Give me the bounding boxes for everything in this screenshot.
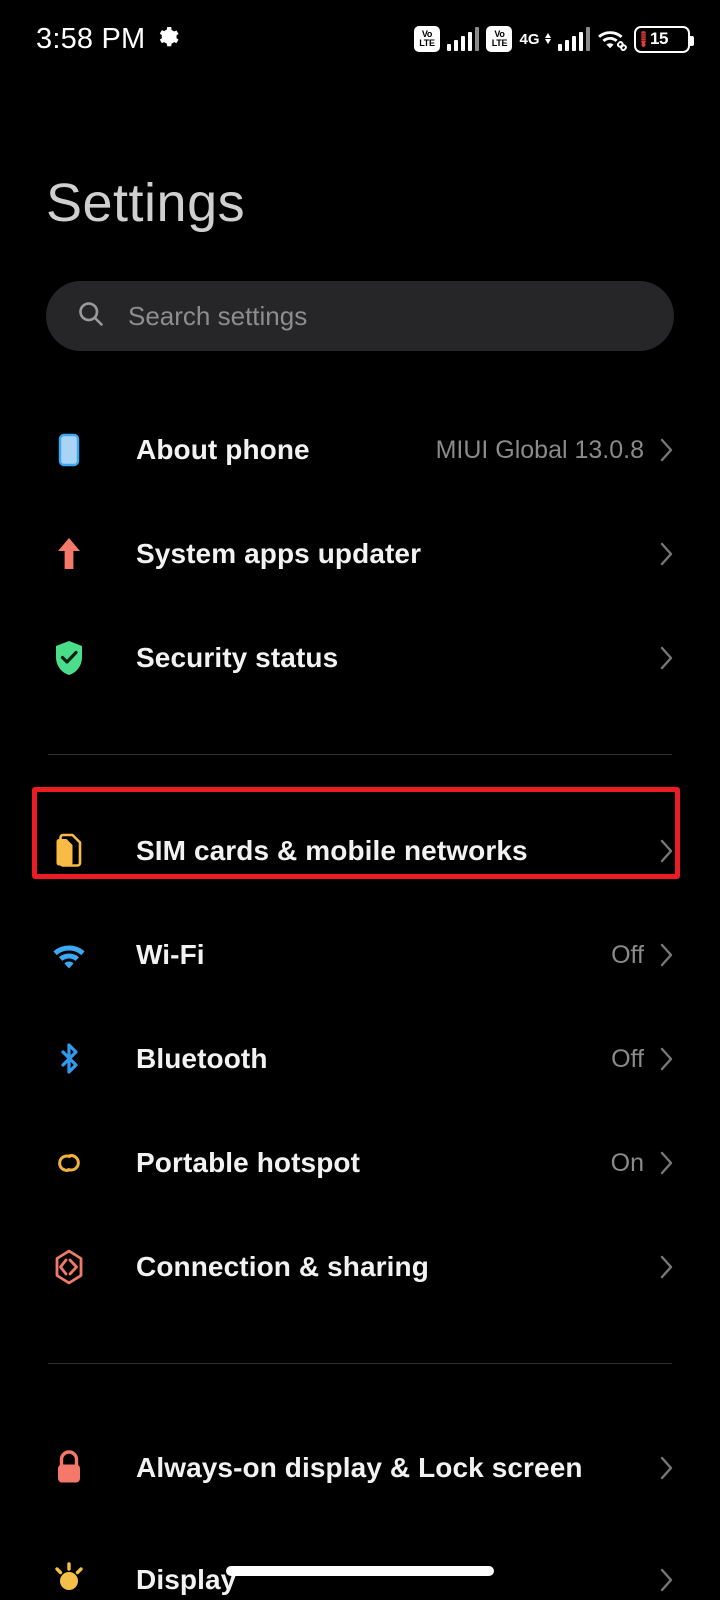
chevron-right-icon [660, 646, 674, 670]
search-placeholder: Search settings [128, 300, 308, 331]
list-item-system-apps-updater[interactable]: System apps updater [0, 502, 720, 606]
list-item-label: Wi-Fi [136, 938, 205, 970]
wifi-icon [48, 934, 98, 976]
list-item-portable-hotspot[interactable]: Portable hotspot On [0, 1111, 720, 1215]
signal-bars-icon-sim1 [446, 27, 480, 51]
list-item-label: About phone [136, 433, 310, 465]
chevron-right-icon [660, 1456, 674, 1480]
search-input[interactable]: Search settings [46, 281, 674, 351]
chevron-right-icon [660, 1255, 674, 1279]
network-type-label: 4G [519, 30, 540, 48]
volte-icon-sim1: Vo LTE [413, 26, 440, 52]
list-item-value: MIUI Global 13.0.8 [435, 435, 644, 464]
wifi-link-icon [597, 27, 627, 51]
list-item-about-phone[interactable]: About phone MIUI Global 13.0.8 [0, 398, 720, 502]
list-item-label: SIM cards & mobile networks [136, 834, 528, 866]
chevron-right-icon [660, 1151, 674, 1175]
list-item-value: Off [611, 1044, 644, 1073]
settings-group-device-info: About phone MIUI Global 13.0.8 System ap… [0, 398, 720, 710]
status-bar-left: 3:58 PM [36, 23, 180, 56]
chevron-right-icon [660, 1047, 674, 1071]
bluetooth-icon [48, 1038, 98, 1080]
battery-percent-label: 15 [650, 29, 668, 48]
gear-icon [156, 25, 180, 54]
lock-icon [48, 1447, 98, 1489]
brightness-icon [48, 1559, 98, 1600]
chevron-right-icon [660, 839, 674, 863]
chevron-right-icon [660, 438, 674, 462]
list-item-always-on-display-lock-screen[interactable]: Always-on display & Lock screen [0, 1408, 720, 1528]
status-bar: 3:58 PM Vo LTE Vo LTE 4G 15 [0, 0, 720, 78]
sim-card-icon [48, 830, 98, 872]
chevron-right-icon [660, 1568, 674, 1592]
signal-bars-icon-sim2 [557, 27, 590, 51]
list-item-label: Portable hotspot [136, 1146, 361, 1178]
phone-icon [48, 429, 98, 471]
hotspot-icon [48, 1142, 98, 1184]
battery-low-icon: 15 [634, 25, 694, 53]
home-indicator[interactable] [226, 1566, 494, 1576]
battery-warning-glyph [641, 31, 646, 47]
phone-screen: 3:58 PM Vo LTE Vo LTE 4G 15 Settings Sea… [0, 0, 720, 1600]
settings-list: About phone MIUI Global 13.0.8 System ap… [0, 398, 720, 1600]
volte-bottom-text: LTE [419, 38, 435, 48]
list-item-label: System apps updater [136, 537, 422, 569]
connection-sharing-icon [48, 1246, 98, 1288]
list-item-value: On [610, 1148, 644, 1177]
status-clock: 3:58 PM [36, 22, 146, 55]
list-item-label: Always-on display & Lock screen [136, 1451, 583, 1483]
search-icon [76, 299, 106, 334]
list-item-sim-cards-mobile-networks[interactable]: SIM cards & mobile networks [0, 799, 720, 903]
list-item-wifi[interactable]: Wi-Fi Off [0, 903, 720, 1007]
list-item-label: Security status [136, 641, 339, 673]
list-item-label: Bluetooth [136, 1042, 268, 1074]
volte-bottom-text: LTE [491, 38, 508, 48]
list-item-security-status[interactable]: Security status [0, 606, 720, 710]
status-bar-right: Vo LTE Vo LTE 4G 15 [413, 25, 694, 53]
data-activity-icon [544, 32, 551, 44]
list-item-value: Off [611, 940, 644, 969]
list-item-bluetooth[interactable]: Bluetooth Off [0, 1007, 720, 1111]
list-item-connection-sharing[interactable]: Connection & sharing [0, 1215, 720, 1319]
settings-group-connectivity: SIM cards & mobile networks Wi-Fi Off Bl… [0, 799, 720, 1319]
shield-check-icon [48, 637, 98, 679]
network-type-group: 4G [519, 30, 540, 48]
list-item-display[interactable]: Display [0, 1528, 720, 1600]
page-title: Settings [46, 173, 246, 233]
chevron-right-icon [660, 542, 674, 566]
chevron-right-icon [660, 943, 674, 967]
volte-icon-sim2: Vo LTE [486, 26, 513, 52]
up-arrow-icon [48, 533, 98, 575]
list-item-label: Connection & sharing [136, 1250, 429, 1282]
